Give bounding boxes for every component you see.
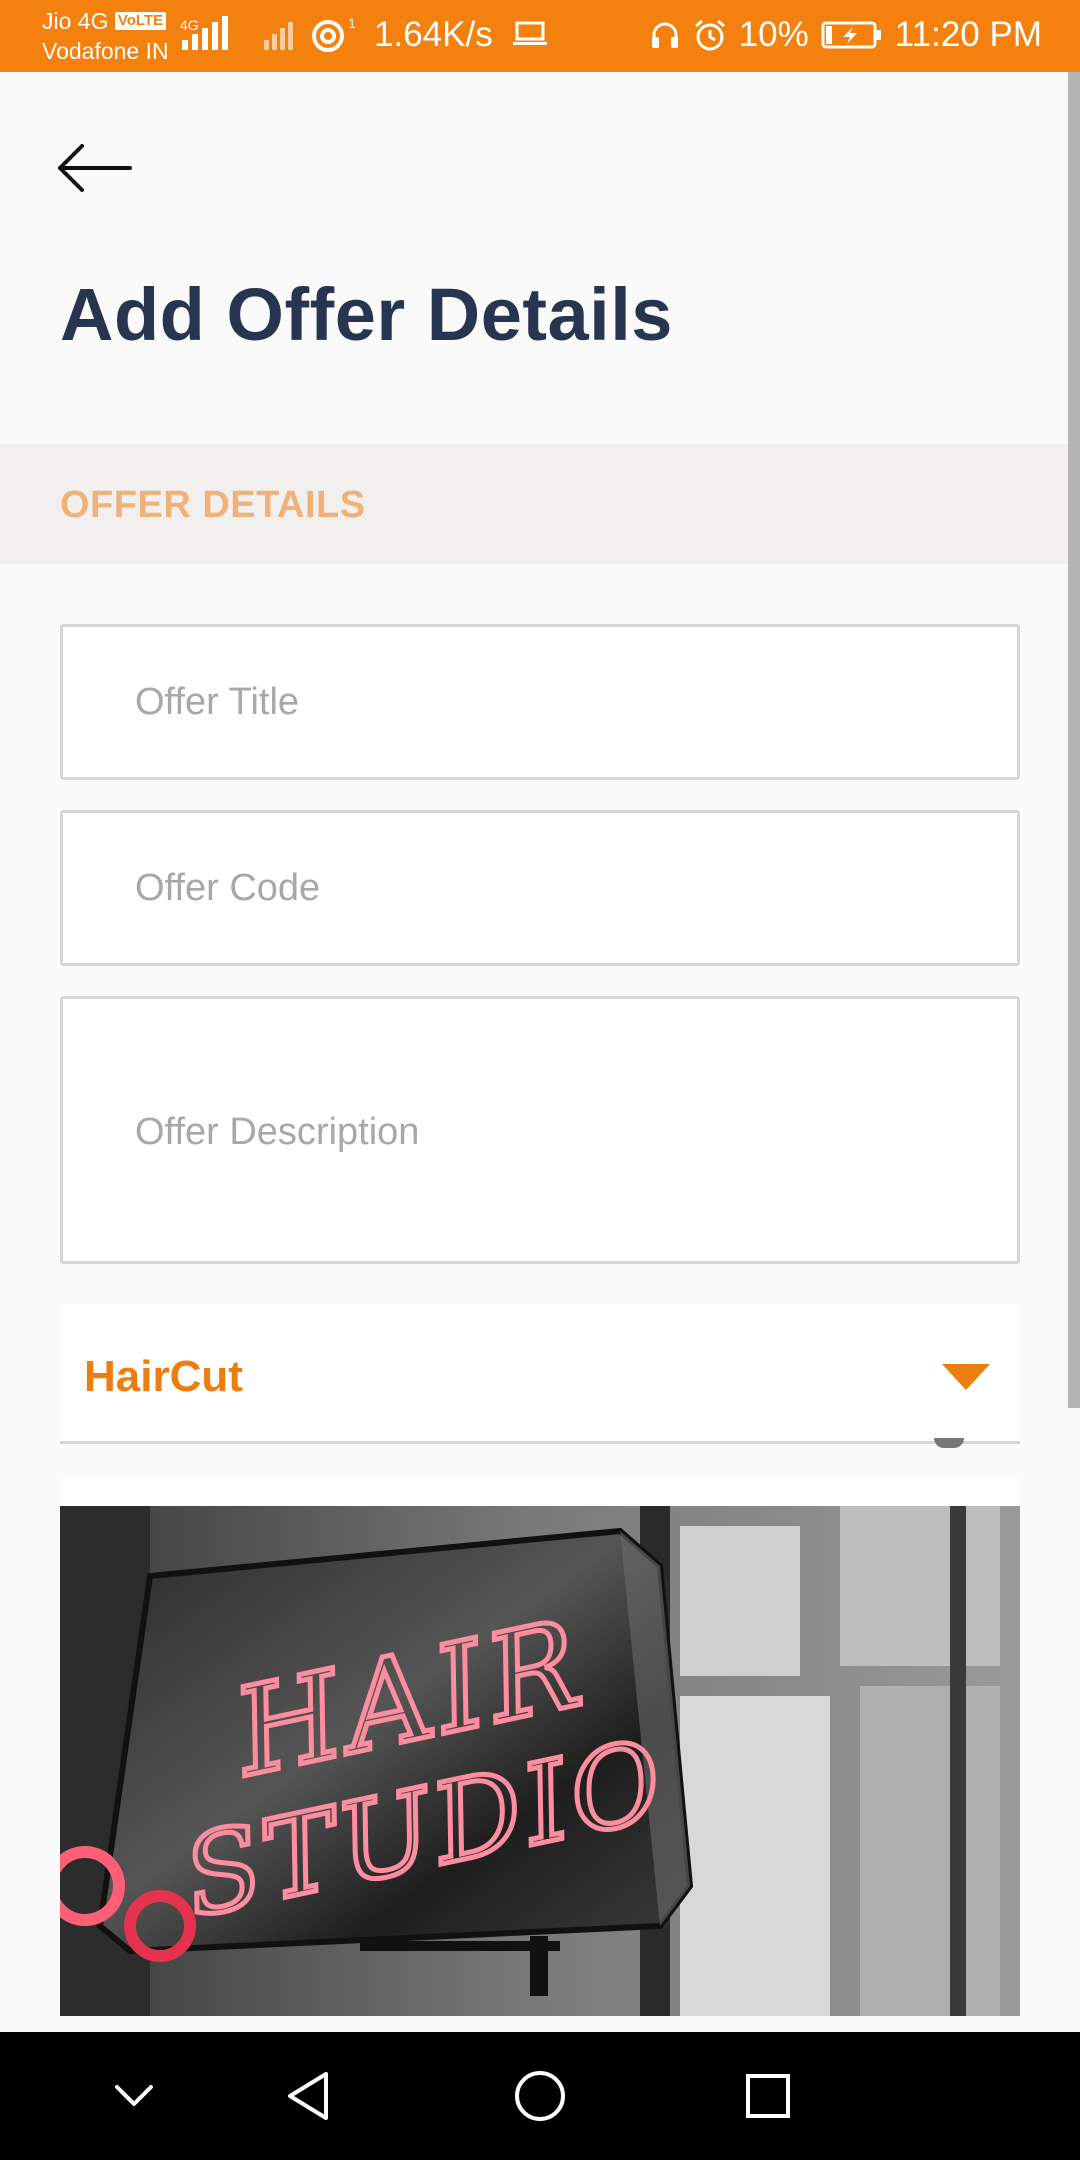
offer-description-input[interactable] <box>63 999 1017 1261</box>
nav-back-button[interactable] <box>272 2060 344 2132</box>
arrow-left-icon <box>58 144 132 192</box>
clock: 11:20 PM <box>894 15 1042 54</box>
nav-collapse-button[interactable] <box>98 2060 170 2132</box>
alarm-icon <box>694 19 725 51</box>
status-bar: Jio 4G VoLTE Vodafone IN 4G 1 1.64K/s 10… <box>0 0 1080 72</box>
svg-text:4G: 4G <box>180 17 199 33</box>
offer-image-card[interactable]: HAIR STUDIO <box>60 1476 1020 2016</box>
offer-image[interactable]: HAIR STUDIO <box>60 1506 1020 2016</box>
signal-strength-icon: 4G <box>180 14 240 59</box>
nav-recents-button[interactable] <box>732 2060 804 2132</box>
circle-home-icon <box>515 2071 565 2121</box>
carrier-1: Jio 4G <box>42 8 109 34</box>
hair-studio-photo: HAIR STUDIO <box>60 1506 1020 2016</box>
network-speed: 1.64K/s <box>374 15 548 55</box>
offer-code-input[interactable] <box>63 813 1017 963</box>
dropdown-caret-icon <box>942 1364 990 1390</box>
navigation-bar <box>0 2032 1080 2160</box>
page-title: Add Offer Details <box>60 273 673 356</box>
offer-code-field[interactable] <box>60 810 1020 966</box>
triangle-back-icon <box>288 2072 328 2120</box>
status-right: 10% 11:20 PM <box>649 15 1042 55</box>
chevron-down-icon <box>115 2085 153 2106</box>
volte-badge: VoLTE <box>114 12 167 30</box>
svg-text:1: 1 <box>348 15 356 31</box>
offer-title-field[interactable] <box>60 624 1020 780</box>
category-selected-value: HairCut <box>84 1352 243 1401</box>
carrier-info: Jio 4G VoLTE Vodafone IN <box>42 6 169 66</box>
section-header: OFFER DETAILS <box>0 444 1068 564</box>
signal-weak-icon: 1 <box>262 14 362 59</box>
category-dropdown[interactable]: HairCut <box>60 1304 1020 1448</box>
scrollbar[interactable] <box>1068 72 1080 1408</box>
nav-home-button[interactable] <box>504 2060 576 2132</box>
battery-percent: 10% <box>738 15 809 54</box>
battery-charging-icon <box>821 21 881 49</box>
headphones-icon <box>651 22 678 48</box>
carrier-2: Vodafone IN <box>42 38 169 64</box>
network-speed-text: 1.64K/s <box>374 15 493 54</box>
section-title: OFFER DETAILS <box>60 484 366 526</box>
laptop-icon <box>513 21 548 45</box>
offer-title-input[interactable] <box>63 627 1017 777</box>
offer-description-field[interactable] <box>60 996 1020 1264</box>
square-recents-icon <box>746 2074 790 2118</box>
dropdown-handle <box>934 1438 964 1448</box>
back-button[interactable] <box>56 138 136 198</box>
